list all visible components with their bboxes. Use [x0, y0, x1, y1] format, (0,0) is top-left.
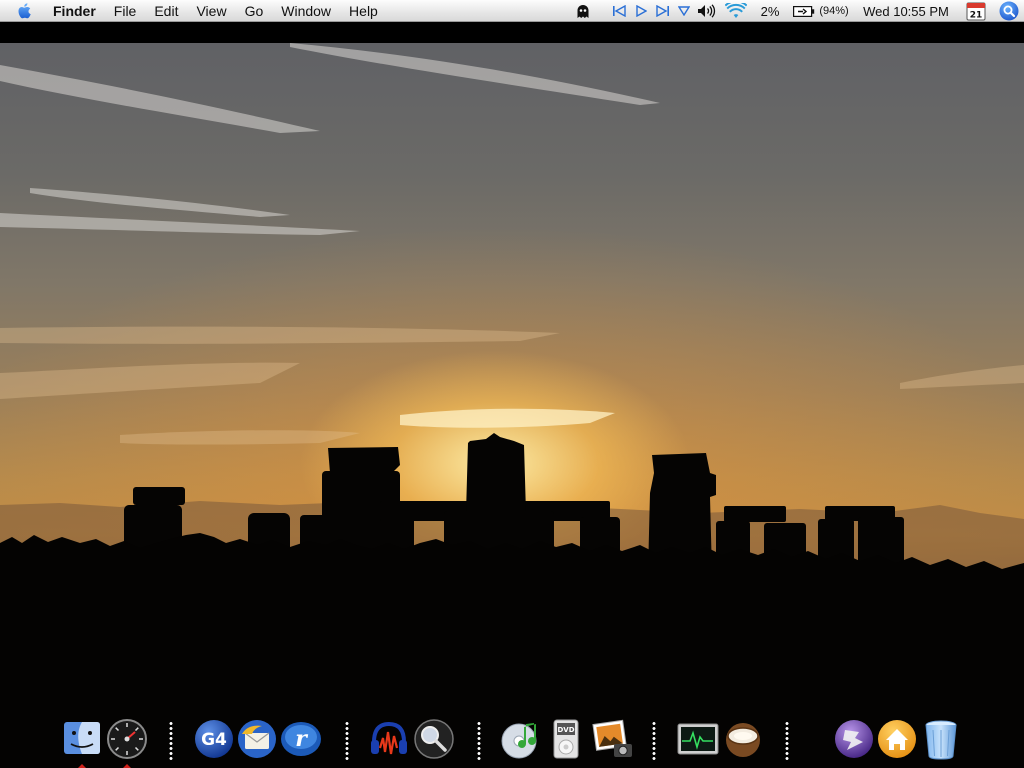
- battery-icon: [793, 5, 815, 17]
- coconutbattery-icon: [726, 723, 760, 757]
- dvd-player-icon: DVD: [553, 719, 579, 759]
- dock-separator: [785, 721, 789, 761]
- battery-status[interactable]: (94%): [788, 0, 854, 22]
- dock-coconutbattery[interactable]: [722, 718, 766, 762]
- dock-separator: [345, 721, 349, 761]
- dock-dashboard[interactable]: [106, 718, 150, 762]
- menu-clock[interactable]: Wed 10:55 PM: [854, 0, 958, 22]
- g4-label: G4: [201, 730, 227, 750]
- wifi-icon[interactable]: [720, 0, 752, 22]
- status-menus: 2% (94%) Wed 10:55 PM 21: [570, 0, 1024, 22]
- dock-itunes[interactable]: [500, 718, 544, 762]
- search-lens-icon: [414, 719, 454, 759]
- dock-activity-monitor[interactable]: [676, 718, 720, 762]
- dock-trash[interactable]: [920, 718, 964, 762]
- dashboard-icon: [107, 719, 147, 759]
- cpu-usage[interactable]: 2%: [752, 0, 788, 22]
- calendar-icon[interactable]: 21: [958, 0, 994, 22]
- menu-bar: Finder File Edit View Go Window Help 2%: [0, 0, 1024, 22]
- trash-icon: [925, 720, 957, 760]
- stonehenge-silhouette: [0, 43, 1024, 768]
- menu-view[interactable]: View: [187, 0, 235, 22]
- ghost-icon[interactable]: [570, 0, 596, 22]
- realplayer-glyph: r: [295, 726, 308, 752]
- dock-quicksilver[interactable]: [833, 718, 877, 762]
- dropdown-icon[interactable]: [674, 0, 694, 22]
- previous-track-icon[interactable]: [608, 0, 630, 22]
- finder-running-indicator: [78, 764, 86, 768]
- dock-iphoto[interactable]: [590, 718, 634, 762]
- menu-go[interactable]: Go: [236, 0, 273, 22]
- dock-search-lens[interactable]: [413, 718, 457, 762]
- menu-help[interactable]: Help: [340, 0, 387, 22]
- quicksilver-icon: [835, 720, 873, 758]
- iphoto-icon: [592, 719, 632, 757]
- dock-realplayer[interactable]: r: [279, 718, 323, 762]
- play-icon[interactable]: [630, 0, 652, 22]
- thunderbird-icon: [238, 720, 276, 758]
- screen-top-band: [0, 23, 1024, 43]
- apple-icon[interactable]: [14, 0, 36, 22]
- dock-thunderbird[interactable]: [236, 718, 280, 762]
- menu-app-finder[interactable]: Finder: [44, 0, 105, 22]
- activity-monitor-icon: [677, 723, 719, 755]
- volume-icon[interactable]: [694, 0, 720, 22]
- desktop-wallpaper: [0, 43, 1024, 768]
- spotlight-icon[interactable]: [994, 0, 1024, 22]
- audacity-icon: [371, 721, 407, 755]
- dock-separator: [652, 721, 656, 761]
- itunes-icon: [501, 723, 537, 759]
- dvd-label: DVD: [557, 726, 574, 734]
- battery-percent: (94%): [819, 5, 849, 17]
- menu-file[interactable]: File: [105, 0, 146, 22]
- dock: G4 r DVD: [0, 714, 1024, 768]
- dock-home[interactable]: [876, 718, 920, 762]
- calendar-day: 21: [970, 11, 983, 21]
- finder-icon: [64, 722, 100, 754]
- dock-finder[interactable]: [62, 718, 106, 762]
- dock-separator: [477, 721, 481, 761]
- dock-audacity[interactable]: [368, 718, 412, 762]
- realplayer-icon: r: [281, 722, 321, 756]
- dock-separator: [169, 721, 173, 761]
- dashboard-running-indicator: [123, 764, 131, 768]
- g4-system-icon: G4: [195, 720, 233, 758]
- menu-window[interactable]: Window: [272, 0, 340, 22]
- home-icon: [878, 720, 916, 758]
- next-track-icon[interactable]: [652, 0, 674, 22]
- dock-g4-system[interactable]: G4: [193, 718, 237, 762]
- menu-edit[interactable]: Edit: [145, 0, 187, 22]
- dock-dvd-player[interactable]: DVD: [546, 718, 590, 762]
